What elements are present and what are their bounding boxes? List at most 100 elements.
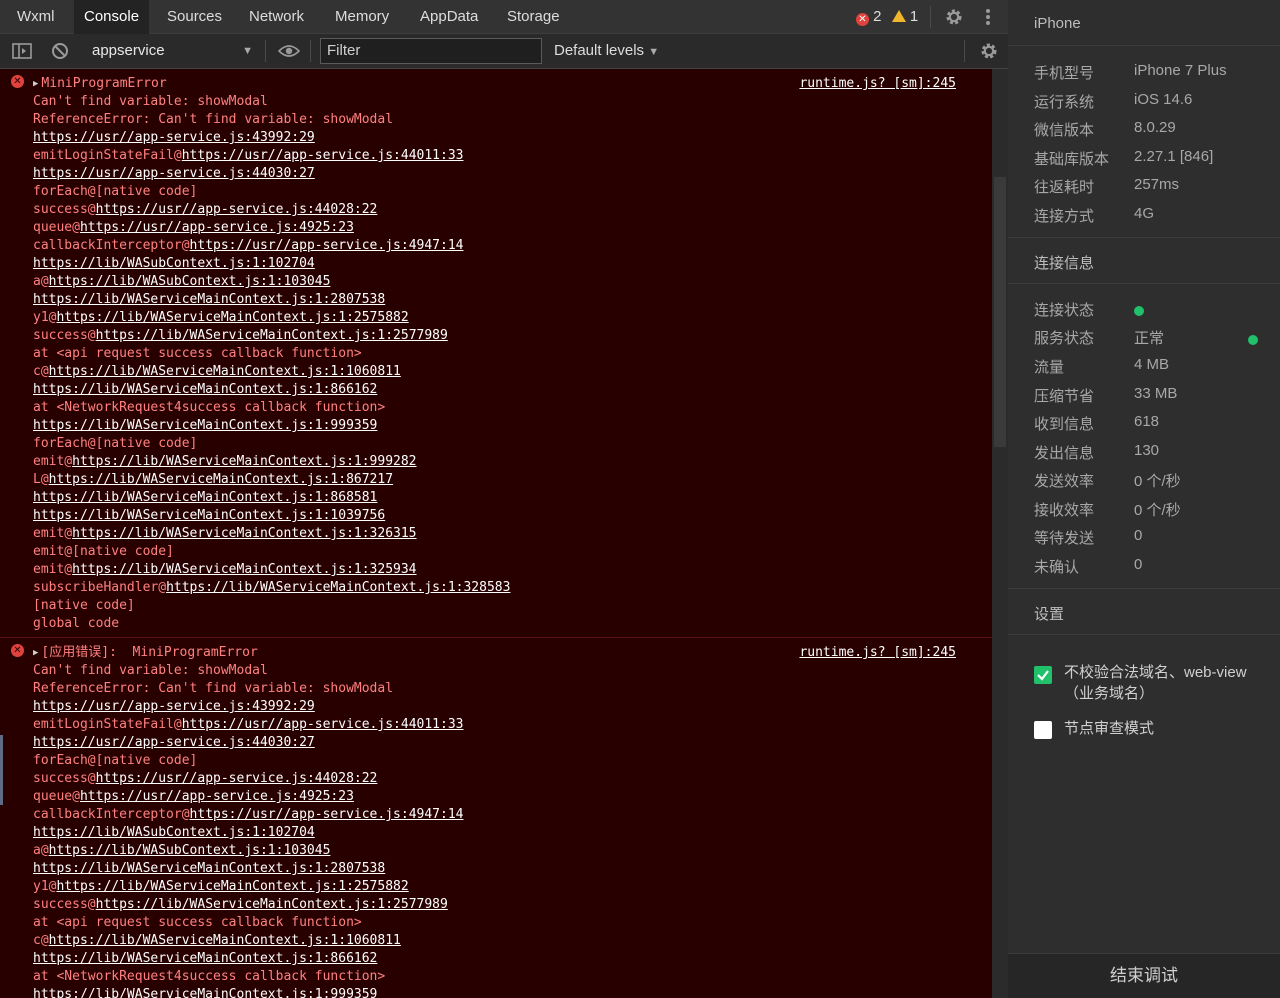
- stack-frame[interactable]: success@https://lib/WAServiceMainContext…: [0, 327, 992, 345]
- frame-link[interactable]: https://usr//app-service.js:44028:22: [96, 202, 378, 217]
- frame-link[interactable]: https://lib/WAServiceMainContext.js:1:86…: [33, 382, 377, 397]
- scrollbar-thumb[interactable]: [994, 177, 1006, 447]
- stack-frame[interactable]: c@https://lib/WAServiceMainContext.js:1:…: [0, 363, 992, 381]
- stack-frame[interactable]: y1@https://lib/WAServiceMainContext.js:1…: [0, 309, 992, 327]
- source-link[interactable]: runtime.js? [sm]:245: [799, 644, 956, 662]
- stack-frame[interactable]: a@https://lib/WASubContext.js:1:103045: [0, 842, 992, 860]
- expand-triangle-icon[interactable]: ▶: [33, 79, 38, 89]
- console-scrollbar[interactable]: [992, 69, 1008, 998]
- frame-link[interactable]: https://lib/WAServiceMainContext.js:1:32…: [72, 562, 416, 577]
- frame-link[interactable]: https://usr//app-service.js:44028:22: [96, 771, 378, 786]
- frame-link[interactable]: https://lib/WAServiceMainContext.js:1:10…: [49, 364, 401, 379]
- frame-link[interactable]: https://lib/WAServiceMainContext.js:1:86…: [49, 472, 393, 487]
- stack-frame[interactable]: subscribeHandler@https://lib/WAServiceMa…: [0, 579, 992, 597]
- stack-frame[interactable]: https://lib/WAServiceMainContext.js:1:86…: [0, 381, 992, 399]
- tab-appdata[interactable]: AppData: [410, 0, 488, 34]
- frame-link[interactable]: https://lib/WAServiceMainContext.js:1:86…: [33, 951, 377, 966]
- log-levels-dropdown[interactable]: Default levels ▼: [554, 34, 659, 68]
- stack-frame[interactable]: queue@https://usr//app-service.js:4925:2…: [0, 788, 992, 806]
- frame-link[interactable]: https://usr//app-service.js:44030:27: [33, 166, 315, 181]
- expand-triangle-icon[interactable]: ▶: [33, 648, 38, 658]
- tab-wxml[interactable]: Wxml: [7, 0, 65, 34]
- more-menu-icon[interactable]: [978, 0, 998, 34]
- console-settings-gear-icon[interactable]: [976, 34, 1002, 68]
- stack-frame[interactable]: emitLoginStateFail@https://usr//app-serv…: [0, 147, 992, 165]
- frame-link[interactable]: https://lib/WAServiceMainContext.js:1:10…: [33, 508, 385, 523]
- stack-frame[interactable]: https://lib/WAServiceMainContext.js:1:28…: [0, 291, 992, 309]
- stack-frame[interactable]: success@https://usr//app-service.js:4402…: [0, 201, 992, 219]
- tab-console[interactable]: Console: [74, 0, 150, 34]
- stack-frame[interactable]: https://usr//app-service.js:44030:27: [0, 165, 992, 183]
- stack-frame[interactable]: a@https://lib/WASubContext.js:1:103045: [0, 273, 992, 291]
- stack-frame[interactable]: https://lib/WASubContext.js:1:102704: [0, 255, 992, 273]
- frame-link[interactable]: https://lib/WAServiceMainContext.js:1:32…: [166, 580, 510, 595]
- frame-link[interactable]: https://usr//app-service.js:4925:23: [80, 789, 354, 804]
- stack-frame[interactable]: https://usr//app-service.js:44030:27: [0, 734, 992, 752]
- stack-frame[interactable]: emit@https://lib/WAServiceMainContext.js…: [0, 525, 992, 543]
- frame-link[interactable]: https://lib/WAServiceMainContext.js:1:99…: [33, 418, 377, 433]
- toggle-sidebar-icon[interactable]: [10, 34, 34, 68]
- tab-network[interactable]: Network: [239, 0, 314, 34]
- filter-input[interactable]: [320, 38, 542, 64]
- live-expression-eye-icon[interactable]: [276, 34, 302, 68]
- stack-frame[interactable]: https://lib/WAServiceMainContext.js:1:86…: [0, 489, 992, 507]
- stop-debug-button[interactable]: 结束调试: [1008, 954, 1280, 998]
- frame-link[interactable]: https://lib/WAServiceMainContext.js:1:25…: [56, 879, 408, 894]
- source-link[interactable]: runtime.js? [sm]:245: [799, 75, 956, 93]
- frame-link[interactable]: https://lib/WAServiceMainContext.js:1:28…: [33, 861, 385, 876]
- stack-frame[interactable]: https://usr//app-service.js:43992:29: [0, 129, 992, 147]
- message-title: [应用错误]: MiniProgramError: [41, 645, 258, 660]
- frame-link[interactable]: https://lib/WAServiceMainContext.js:1:28…: [33, 292, 385, 307]
- stack-frame[interactable]: callbackInterceptor@https://usr//app-ser…: [0, 806, 992, 824]
- settings-gear-icon[interactable]: [941, 0, 967, 34]
- domain-check-checkbox[interactable]: [1034, 666, 1052, 684]
- frame-link[interactable]: https://lib/WAServiceMainContext.js:1:86…: [33, 490, 377, 505]
- node-inspect-label[interactable]: 节点审查模式: [1064, 718, 1264, 739]
- frame-link[interactable]: https://lib/WASubContext.js:1:102704: [33, 256, 315, 271]
- frame-link[interactable]: https://usr//app-service.js:4925:23: [80, 220, 354, 235]
- frame-link[interactable]: https://usr//app-service.js:44030:27: [33, 735, 315, 750]
- stack-frame[interactable]: https://lib/WAServiceMainContext.js:1:28…: [0, 860, 992, 878]
- frame-link[interactable]: https://lib/WAServiceMainContext.js:1:25…: [56, 310, 408, 325]
- stack-frame[interactable]: https://usr//app-service.js:43992:29: [0, 698, 992, 716]
- domain-check-label[interactable]: 不校验合法域名、web-view（业务域名）: [1064, 662, 1264, 704]
- execution-context-select[interactable]: appservice ▼: [92, 34, 257, 68]
- frame-link[interactable]: https://usr//app-service.js:44011:33: [182, 148, 464, 163]
- frame-link[interactable]: https://lib/WASubContext.js:1:103045: [49, 843, 331, 858]
- frame-link[interactable]: https://lib/WAServiceMainContext.js:1:25…: [96, 897, 448, 912]
- frame-link[interactable]: https://lib/WASubContext.js:1:103045: [49, 274, 331, 289]
- stack-frame[interactable]: L@https://lib/WAServiceMainContext.js:1:…: [0, 471, 992, 489]
- stack-frame[interactable]: https://lib/WAServiceMainContext.js:1:86…: [0, 950, 992, 968]
- stack-frame[interactable]: c@https://lib/WAServiceMainContext.js:1:…: [0, 932, 992, 950]
- frame-link[interactable]: https://usr//app-service.js:43992:29: [33, 130, 315, 145]
- frame-link[interactable]: https://lib/WAServiceMainContext.js:1:99…: [33, 987, 377, 998]
- frame-link[interactable]: https://usr//app-service.js:44011:33: [182, 717, 464, 732]
- console-messages[interactable]: ✕ runtime.js? [sm]:245 ▶ MiniProgramError…: [0, 69, 992, 998]
- stack-frame[interactable]: y1@https://lib/WAServiceMainContext.js:1…: [0, 878, 992, 896]
- stack-frame[interactable]: https://lib/WAServiceMainContext.js:1:10…: [0, 507, 992, 525]
- tab-storage[interactable]: Storage: [497, 0, 570, 34]
- stack-frame[interactable]: https://lib/WASubContext.js:1:102704: [0, 824, 992, 842]
- stack-frame[interactable]: success@https://lib/WAServiceMainContext…: [0, 896, 992, 914]
- frame-link[interactable]: https://usr//app-service.js:4947:14: [190, 238, 464, 253]
- frame-link[interactable]: https://lib/WAServiceMainContext.js:1:99…: [72, 454, 416, 469]
- tab-sources[interactable]: Sources: [157, 0, 232, 34]
- tab-memory[interactable]: Memory: [325, 0, 399, 34]
- issue-counter[interactable]: ✕ 2 1: [856, 0, 918, 34]
- clear-console-icon[interactable]: [48, 34, 72, 68]
- stack-frame[interactable]: https://lib/WAServiceMainContext.js:1:99…: [0, 417, 992, 435]
- stack-frame[interactable]: emitLoginStateFail@https://usr//app-serv…: [0, 716, 992, 734]
- frame-link[interactable]: https://lib/WAServiceMainContext.js:1:25…: [96, 328, 448, 343]
- stack-frame[interactable]: success@https://usr//app-service.js:4402…: [0, 770, 992, 788]
- stack-frame[interactable]: emit@https://lib/WAServiceMainContext.js…: [0, 561, 992, 579]
- stack-frame[interactable]: queue@https://usr//app-service.js:4925:2…: [0, 219, 992, 237]
- node-inspect-checkbox[interactable]: [1034, 721, 1052, 739]
- frame-link[interactable]: https://lib/WAServiceMainContext.js:1:10…: [49, 933, 401, 948]
- frame-link[interactable]: https://usr//app-service.js:4947:14: [190, 807, 464, 822]
- frame-link[interactable]: https://lib/WASubContext.js:1:102704: [33, 825, 315, 840]
- frame-link[interactable]: https://lib/WAServiceMainContext.js:1:32…: [72, 526, 416, 541]
- stack-frame[interactable]: callbackInterceptor@https://usr//app-ser…: [0, 237, 992, 255]
- stack-frame[interactable]: emit@https://lib/WAServiceMainContext.js…: [0, 453, 992, 471]
- stack-frame[interactable]: https://lib/WAServiceMainContext.js:1:99…: [0, 986, 992, 998]
- frame-link[interactable]: https://usr//app-service.js:43992:29: [33, 699, 315, 714]
